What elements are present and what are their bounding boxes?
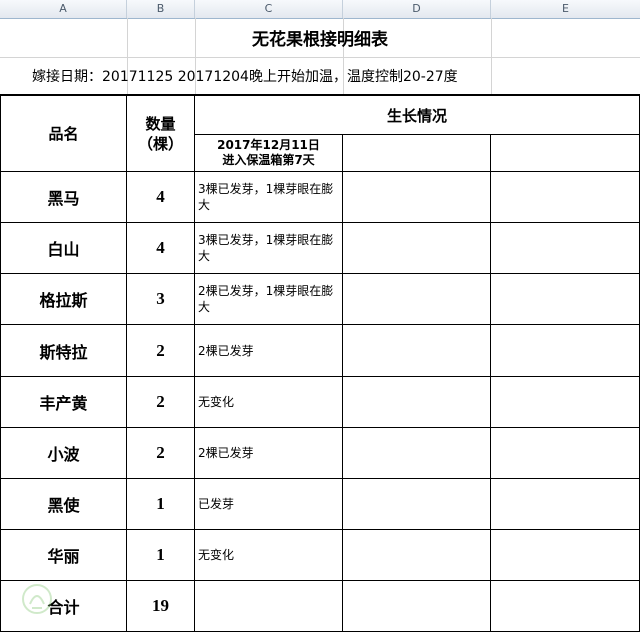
header-date[interactable]: 2017年12月11日 进入保温箱第7天 (195, 135, 342, 171)
row-status[interactable]: 2棵已发芽 (195, 325, 342, 376)
table-border (0, 631, 640, 632)
table-border (490, 134, 491, 632)
row-status[interactable]: 无变化 (195, 530, 342, 580)
column-header-bar: A B C D E (0, 0, 640, 19)
row-quantity[interactable]: 4 (127, 223, 194, 273)
row-status[interactable]: 3棵已发芽，1棵芽眼在膨大 (195, 172, 342, 222)
header-growth[interactable]: 生长情况 (195, 96, 639, 134)
row-name[interactable]: 华丽 (1, 530, 126, 580)
row-name[interactable]: 黑马 (1, 172, 126, 222)
row-name[interactable]: 格拉斯 (1, 274, 126, 324)
header-date-line1: 2017年12月11日 (217, 138, 320, 152)
row-status[interactable]: 已发芽 (195, 479, 342, 529)
row-name[interactable]: 丰产黄 (1, 377, 126, 427)
row-quantity[interactable]: 2 (127, 377, 194, 427)
header-quantity-line2: （棵） (137, 134, 183, 153)
row-quantity[interactable]: 4 (127, 172, 194, 222)
column-header-a[interactable]: A (0, 0, 127, 18)
watermark-icon (22, 584, 52, 614)
graft-info[interactable]: 嫁接日期：20171125 20171204晚上开始加温，温度控制20-27度 (32, 58, 632, 94)
header-quantity-line1: 数量 (145, 114, 176, 133)
row-status[interactable]: 2棵已发芽 (195, 428, 342, 478)
header-date-line2: 进入保温箱第7天 (222, 153, 315, 167)
header-name[interactable]: 品名 (1, 96, 126, 171)
total-quantity[interactable]: 19 (127, 581, 194, 631)
table-border (342, 134, 343, 632)
header-quantity[interactable]: 数量 （棵） (127, 96, 194, 171)
row-name[interactable]: 黑使 (1, 479, 126, 529)
row-quantity[interactable]: 3 (127, 274, 194, 324)
column-header-b[interactable]: B (127, 0, 195, 18)
column-header-d[interactable]: D (343, 0, 491, 18)
row-quantity[interactable]: 2 (127, 325, 194, 376)
row-status[interactable]: 3棵已发芽，1棵芽眼在膨大 (195, 223, 342, 273)
row-status[interactable]: 无变化 (195, 377, 342, 427)
row-name[interactable]: 斯特拉 (1, 325, 126, 376)
row-name[interactable]: 小波 (1, 428, 126, 478)
row-quantity[interactable]: 1 (127, 530, 194, 580)
sheet-title[interactable]: 无花果根接明细表 (0, 18, 640, 57)
row-quantity[interactable]: 1 (127, 479, 194, 529)
column-header-e[interactable]: E (491, 0, 640, 18)
column-header-c[interactable]: C (195, 0, 343, 18)
row-name[interactable]: 白山 (1, 223, 126, 273)
row-quantity[interactable]: 2 (127, 428, 194, 478)
row-status[interactable]: 2棵已发芽，1棵芽眼在膨大 (195, 274, 342, 324)
